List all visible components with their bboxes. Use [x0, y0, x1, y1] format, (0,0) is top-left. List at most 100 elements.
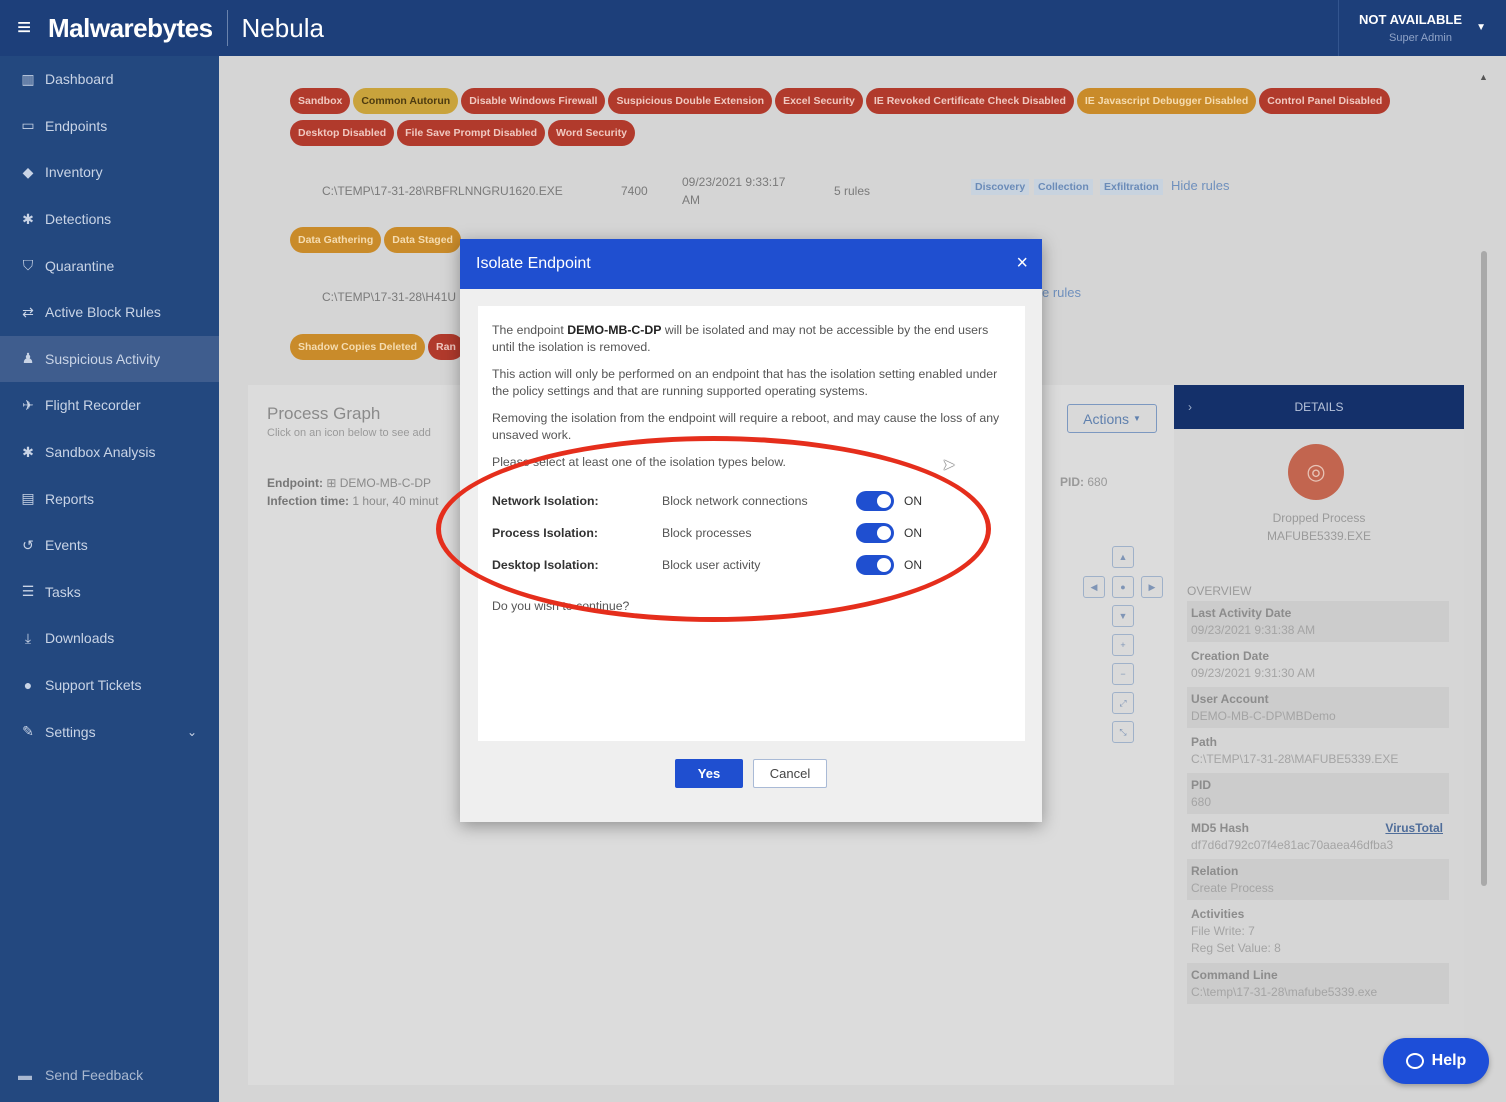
desktop-isolation-toggle[interactable]: [856, 555, 894, 575]
help-label: Help: [1431, 1052, 1467, 1069]
caret-down-icon: ▼: [1132, 414, 1141, 423]
detail-row: Creation Date 09/23/2021 9:31:30 AM: [1187, 644, 1449, 685]
detail-value: Create Process: [1191, 881, 1274, 895]
pan-right-icon[interactable]: ▶: [1141, 576, 1163, 598]
windows-icon: ⊞: [326, 476, 337, 490]
detail-row: PID 680: [1187, 773, 1449, 814]
fit-screen-icon[interactable]: ⤢: [1112, 692, 1134, 714]
actions-dropdown-button[interactable]: Actions ▼: [1067, 404, 1157, 433]
sidebar-item-endpoints[interactable]: ▭ Endpoints: [0, 103, 219, 150]
person-icon: ♟: [21, 350, 35, 367]
bug-icon: ✱: [22, 443, 34, 460]
swap-arrows-icon: ⇄: [22, 303, 34, 320]
virustotal-link[interactable]: VirusTotal: [1385, 821, 1443, 835]
detail-key: Command Line: [1191, 968, 1278, 982]
detail-key: Activities: [1191, 907, 1245, 921]
list-icon: ☰: [21, 583, 35, 600]
account-menu[interactable]: NOT AVAILABLE Super Admin ▼: [1338, 0, 1506, 56]
rule-tag: Shadow Copies Deleted: [290, 334, 426, 360]
detail-key: Creation Date: [1191, 649, 1270, 663]
process-type: Dropped Process: [1272, 511, 1366, 525]
dialog-header: Isolate Endpoint ×: [460, 239, 1042, 289]
intro-pre: The endpoint: [492, 323, 568, 337]
help-button[interactable]: Help: [1383, 1038, 1489, 1084]
pan-up-icon[interactable]: ▲: [1112, 546, 1134, 568]
sidebar-item-dashboard[interactable]: ▥ Dashboard: [0, 56, 219, 103]
detail-value: C:\temp\17-31-28\mafube5339.exe: [1191, 985, 1378, 999]
process-path[interactable]: C:\TEMP\17-31-28\H41U: [322, 290, 456, 304]
detail-key: PID: [1191, 778, 1212, 792]
hide-rules-link[interactable]: Hide rules: [1171, 178, 1230, 193]
yes-button[interactable]: Yes: [675, 759, 743, 788]
sidebar-item-label: Events: [45, 537, 88, 554]
toggle-state: ON: [904, 557, 922, 572]
document-icon: ▤: [21, 490, 35, 507]
network-isolation-toggle[interactable]: [856, 491, 894, 511]
zoom-in-icon[interactable]: +: [1112, 634, 1134, 656]
account-role: Super Admin: [1389, 32, 1452, 44]
pan-left-icon[interactable]: ◀: [1083, 576, 1105, 598]
rule-tags-row: Sandbox Common Autorun Disable Windows F…: [290, 88, 1391, 114]
reboot-warning: Removing the isolation from the endpoint…: [492, 411, 1000, 442]
sidebar-item-sandbox-analysis[interactable]: ✱ Sandbox Analysis: [0, 429, 219, 476]
toggle-knob: [877, 526, 891, 540]
overview-heading: OVERVIEW: [1187, 584, 1252, 598]
message-icon: ▬: [18, 1067, 32, 1083]
detail-row: Command Line C:\temp\17-31-28\mafube5339.…: [1187, 963, 1449, 1004]
process-name: MAFUBE5339.EXE: [1266, 529, 1372, 543]
reset-view-icon[interactable]: ⤡: [1112, 721, 1134, 743]
sidebar-item-suspicious-activity[interactable]: ♟ Suspicious Activity: [0, 335, 219, 383]
caret-down-icon: ▼: [1476, 22, 1486, 33]
detail-key: User Account: [1191, 692, 1269, 706]
sidebar-item-support-tickets[interactable]: ● Support Tickets: [0, 662, 219, 709]
toggle-state: ON: [904, 493, 922, 508]
sidebar: ▥ Dashboard ▭ Endpoints ◆ Inventory ✱ Detect…: [0, 56, 219, 1102]
scrollbar[interactable]: [1481, 251, 1487, 886]
sidebar-item-label: Flight Recorder: [45, 397, 141, 414]
sidebar-item-quarantine[interactable]: ⛉ Quarantine: [0, 242, 219, 289]
close-icon[interactable]: ×: [1016, 253, 1028, 273]
rule-tag: Data Gathering: [290, 227, 382, 253]
process-path[interactable]: C:\TEMP\17-31-28\RBFRLNNGRU1620.EXE: [322, 184, 563, 198]
isolation-label: Process Isolation:: [492, 525, 598, 540]
product-name: Nebula: [241, 12, 324, 43]
center-icon[interactable]: ●: [1112, 576, 1134, 598]
toggle-knob: [877, 558, 891, 572]
rules-link[interactable]: e rules: [1042, 285, 1081, 300]
sidebar-item-events[interactable]: ↺ Events: [0, 522, 219, 569]
detail-value[interactable]: File Write: 7: [1191, 924, 1445, 938]
sidebar-item-tasks[interactable]: ☰ Tasks: [0, 569, 219, 616]
hamburger-menu-icon[interactable]: ≡: [0, 0, 48, 56]
process-isolation-toggle[interactable]: [856, 523, 894, 543]
sidebar-item-active-block-rules[interactable]: ⇄ Active Block Rules: [0, 289, 219, 336]
brand-logo: Malwarebytes: [48, 12, 213, 43]
dropped-process-icon: ◎: [1288, 444, 1344, 500]
bug-icon: ✱: [22, 210, 34, 227]
rule-tags-row: Shadow Copies Deleted Ran: [290, 334, 464, 360]
sidebar-item-reports[interactable]: ▤ Reports: [0, 475, 219, 522]
sidebar-item-settings[interactable]: ✎ Settings ⌄: [0, 708, 219, 755]
endpoint-label: Endpoint:: [267, 476, 323, 490]
pid-label: PID:: [1060, 475, 1084, 489]
paper-plane-icon: ✈: [22, 396, 34, 413]
detail-row: Activities File Write: 7 Reg Set Value: 8: [1187, 902, 1449, 960]
sidebar-item-detections[interactable]: ✱ Detections: [0, 196, 219, 243]
rule-tag: Sandbox: [290, 88, 351, 114]
wrench-icon: ✎: [22, 723, 34, 740]
pan-down-icon[interactable]: ▼: [1112, 605, 1134, 627]
zoom-out-icon[interactable]: −: [1112, 663, 1134, 685]
endpoint-info: Endpoint: ⊞ DEMO-MB-C-DP Infection time:…: [267, 474, 438, 510]
sidebar-item-downloads[interactable]: ⤓ Downloads: [0, 615, 219, 662]
mitre-tag: Discovery: [971, 179, 1030, 195]
sidebar-item-flight-recorder[interactable]: ✈ Flight Recorder: [0, 382, 219, 429]
send-feedback-link[interactable]: ▬ Send Feedback: [0, 1062, 143, 1088]
rule-tags-row: Desktop Disabled File Save Prompt Disabl…: [290, 120, 635, 146]
cancel-button[interactable]: Cancel: [753, 759, 827, 788]
detail-value[interactable]: Reg Set Value: 8: [1191, 941, 1445, 955]
details-header: › DETAILS: [1174, 385, 1464, 429]
detail-row: Path C:\TEMP\17-31-28\MAFUBE5339.EXE: [1187, 730, 1449, 771]
sidebar-item-inventory[interactable]: ◆ Inventory: [0, 149, 219, 196]
chat-icon: ●: [23, 677, 33, 694]
scroll-up-icon[interactable]: ▲: [1479, 72, 1488, 82]
expand-icon[interactable]: ›: [1188, 400, 1192, 414]
